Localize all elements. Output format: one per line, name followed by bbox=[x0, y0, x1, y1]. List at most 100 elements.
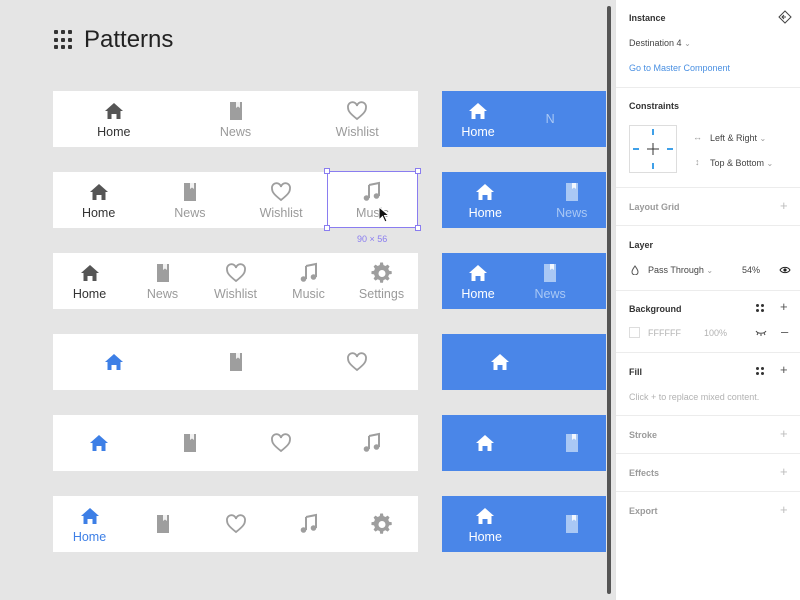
blue-tab-bar-3[interactable]: Home News W bbox=[442, 253, 608, 309]
blue-tab-bar-6[interactable]: Home bbox=[442, 496, 608, 552]
mouse-cursor-icon bbox=[378, 206, 391, 223]
tab-item-book[interactable] bbox=[126, 496, 199, 552]
tab-label: News bbox=[219, 124, 252, 139]
tab-item-home[interactable] bbox=[53, 415, 144, 471]
add-fill-icon[interactable]: + bbox=[780, 363, 788, 376]
tab-item-home[interactable] bbox=[442, 415, 529, 471]
home-icon bbox=[476, 435, 495, 451]
hidden-eye-icon[interactable] bbox=[755, 330, 767, 336]
style-picker-icon[interactable] bbox=[756, 367, 764, 375]
tab-item-heart[interactable]: Wishlist bbox=[199, 253, 272, 309]
tab-item-home[interactable] bbox=[442, 334, 557, 390]
tab-label: News bbox=[556, 205, 588, 220]
blend-mode-select[interactable]: Pass Through ⌄ bbox=[648, 265, 713, 275]
tab-item-music[interactable] bbox=[327, 415, 418, 471]
book-icon bbox=[156, 263, 169, 282]
reset-instance-icon[interactable] bbox=[778, 10, 792, 24]
canvas-scrollbar-thumb[interactable] bbox=[607, 6, 611, 594]
tab-item-heart[interactable]: Wishlist bbox=[296, 91, 418, 147]
tab-item-book[interactable] bbox=[529, 415, 609, 471]
tab-item-book[interactable] bbox=[529, 496, 609, 552]
selection-handle-tl[interactable] bbox=[324, 168, 330, 174]
layer-section-title: Layer bbox=[629, 240, 654, 250]
tab-item-partial[interactable]: N bbox=[514, 91, 586, 147]
selection-handle-tr[interactable] bbox=[415, 168, 421, 174]
tab-item-book[interactable]: News bbox=[126, 253, 199, 309]
add-background-icon[interactable]: + bbox=[780, 300, 788, 313]
horizontal-constraint-select[interactable]: Left & Right ⌄ bbox=[710, 133, 766, 143]
add-layout-grid-icon[interactable]: + bbox=[780, 199, 788, 212]
tab-item-home[interactable]: Home bbox=[53, 172, 144, 228]
home-icon bbox=[104, 354, 123, 370]
tab-item-book[interactable]: News bbox=[529, 172, 609, 228]
fill-mixed-hint: Click + to replace mixed content. bbox=[629, 392, 760, 402]
go-to-master-link[interactable]: Go to Master Component bbox=[629, 63, 730, 73]
tab-item-partial[interactable]: W bbox=[586, 253, 608, 309]
add-stroke-icon[interactable]: + bbox=[780, 427, 788, 440]
heart-icon bbox=[347, 352, 368, 372]
tab-item-book[interactable]: News bbox=[514, 253, 586, 309]
add-effect-icon[interactable]: + bbox=[780, 465, 788, 478]
tab-item-gear[interactable] bbox=[345, 496, 418, 552]
home-icon bbox=[469, 264, 488, 281]
tab-item-home[interactable] bbox=[53, 334, 175, 390]
tab-item-book[interactable]: News bbox=[144, 172, 235, 228]
tab-item-music[interactable]: Music bbox=[327, 172, 418, 228]
constraints-widget[interactable] bbox=[629, 125, 677, 173]
tab-label: Home bbox=[72, 286, 107, 301]
tab-item-home[interactable]: Home bbox=[442, 91, 514, 147]
book-icon bbox=[565, 182, 578, 201]
home-icon bbox=[476, 507, 495, 524]
remove-background-icon[interactable]: – bbox=[781, 325, 788, 338]
tab-item-heart[interactable]: Wishlist bbox=[236, 172, 327, 228]
tab-item-gear[interactable]: Settings bbox=[345, 253, 418, 309]
tab-item-home[interactable]: Home bbox=[53, 253, 126, 309]
background-color-swatch[interactable] bbox=[629, 327, 640, 338]
blue-tab-bar-2[interactable]: Home News bbox=[442, 172, 608, 228]
tab-item-book[interactable] bbox=[175, 334, 297, 390]
layout-grid-section-title: Layout Grid bbox=[629, 202, 680, 212]
frame-title[interactable]: Patterns bbox=[54, 26, 173, 54]
tab-label: Settings bbox=[358, 286, 405, 301]
add-export-icon[interactable]: + bbox=[780, 503, 788, 516]
tab-label: Wishlist bbox=[213, 286, 258, 301]
style-picker-icon[interactable] bbox=[756, 304, 764, 312]
blue-tab-bar-5[interactable] bbox=[442, 415, 608, 471]
tab-item-home[interactable]: Home bbox=[442, 496, 529, 552]
background-opacity-input[interactable]: 100% bbox=[704, 328, 727, 338]
tab-item-home[interactable]: Home bbox=[442, 172, 529, 228]
chevron-down-icon: ⌄ bbox=[684, 39, 691, 48]
background-hex-input[interactable]: FFFFFF bbox=[648, 328, 681, 338]
tab-item-book[interactable]: News bbox=[175, 91, 297, 147]
eye-icon[interactable] bbox=[779, 266, 791, 274]
tab-bar-6[interactable]: Home bbox=[53, 496, 418, 552]
constraints-diagram-icon bbox=[633, 129, 673, 169]
home-icon bbox=[476, 183, 495, 200]
blue-tab-bar-1[interactable]: Home N bbox=[442, 91, 608, 147]
tab-label: N bbox=[545, 112, 555, 126]
layer-opacity-input[interactable]: 54% bbox=[742, 265, 760, 275]
tab-item-home[interactable]: Home bbox=[442, 253, 514, 309]
tab-item-home[interactable]: Home bbox=[53, 91, 175, 147]
tab-bar-4[interactable] bbox=[53, 334, 418, 390]
tab-item-music[interactable]: Music bbox=[272, 253, 345, 309]
tab-item-heart[interactable] bbox=[236, 415, 327, 471]
tab-bar-1[interactable]: Home News Wishlist bbox=[53, 91, 418, 147]
tab-bar-3[interactable]: Home News Wishlist Music Settings bbox=[53, 253, 418, 309]
heart-icon bbox=[271, 433, 292, 453]
selection-handle-bl[interactable] bbox=[324, 225, 330, 231]
vertical-constraint-select[interactable]: Top & Bottom ⌄ bbox=[710, 158, 773, 168]
selection-handle-br[interactable] bbox=[415, 225, 421, 231]
tab-item-heart[interactable] bbox=[296, 334, 418, 390]
tab-item-book[interactable] bbox=[144, 415, 235, 471]
tab-item-heart[interactable] bbox=[199, 496, 272, 552]
selection-size-label: 90 × 56 bbox=[357, 234, 388, 244]
instance-destination-select[interactable]: Destination 4 ⌄ bbox=[629, 38, 691, 48]
blue-tab-bar-4[interactable] bbox=[442, 334, 608, 390]
design-canvas[interactable]: Patterns Home News Wishlist Home News Wishlis… bbox=[0, 0, 608, 600]
book-icon bbox=[565, 434, 578, 452]
tab-bar-2[interactable]: Home News Wishlist Music bbox=[53, 172, 418, 228]
tab-bar-5[interactable] bbox=[53, 415, 418, 471]
tab-item-music[interactable] bbox=[272, 496, 345, 552]
tab-item-home[interactable]: Home bbox=[53, 496, 126, 552]
